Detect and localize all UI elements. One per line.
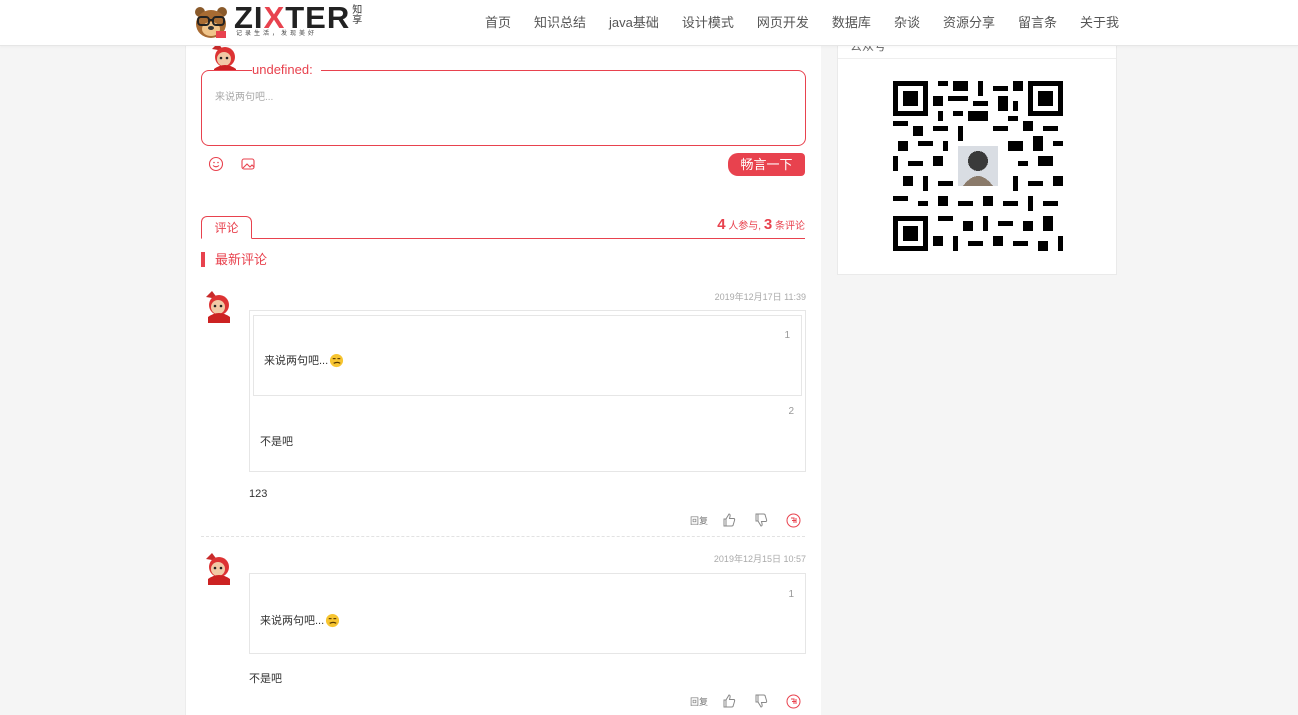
comment-timestamp: 2019年12月15日 10:57 — [713, 554, 806, 564]
thumbs-up-icon[interactable] — [722, 513, 736, 527]
nav-misc[interactable]: 杂谈 — [894, 0, 920, 45]
tab-comments[interactable]: 评论 — [201, 216, 252, 239]
nav-java-basics[interactable]: java基础 — [609, 0, 659, 45]
reply-button[interactable]: 回复 — [690, 514, 708, 527]
quoted-comment: 1 来说两句吧... 2 不是吧 — [249, 310, 806, 472]
comment-divider — [201, 536, 805, 537]
nav-web-dev[interactable]: 网页开发 — [757, 0, 809, 45]
comment-count-label: 条评论 — [775, 221, 805, 232]
comment-section: 来说两句吧... undefined: 畅言一下 评论 4 人参与, 3 条评论… — [185, 43, 821, 715]
sidebar-qr-widget: 公众号 — [837, 45, 1117, 275]
qr-code-icon — [893, 81, 1063, 251]
commenter-avatar — [206, 291, 230, 323]
nav-design-patterns[interactable]: 设计模式 — [682, 0, 734, 45]
nav-about[interactable]: 关于我 — [1080, 0, 1119, 45]
comment-count: 3 — [763, 216, 773, 233]
comment-actions: 回复 — [690, 693, 801, 709]
username-label: undefined: — [252, 62, 321, 77]
quote-text: 来说两句吧... — [264, 352, 344, 368]
submit-comment-button[interactable]: 畅言一下 — [728, 153, 805, 176]
site-logo[interactable]: ZIXTER 知享 记录生活，发现美好 — [192, 2, 364, 42]
comment-stats: 4 人参与, 3 条评论 — [717, 216, 805, 233]
top-navigation-bar: ZIXTER 知享 记录生活，发现美好 首页 知识总结 java基础 设计模式 … — [0, 0, 1298, 46]
quote-text: 来说两句吧... — [260, 612, 340, 628]
comment-actions: 回复 — [690, 512, 801, 528]
smirk-emoji-icon — [330, 353, 344, 367]
commenter-avatar — [206, 553, 230, 585]
reply-button[interactable]: 回复 — [690, 695, 708, 708]
smile-icon[interactable] — [208, 156, 224, 172]
thumbs-down-icon[interactable] — [754, 513, 768, 527]
bear-logo-icon — [195, 7, 227, 38]
nav-guestbook[interactable]: 留言条 — [1018, 0, 1057, 45]
report-icon[interactable] — [786, 694, 801, 709]
thumbs-down-icon[interactable] — [754, 694, 768, 708]
quoted-comment: 1 来说两句吧... — [249, 573, 806, 654]
nav-resources[interactable]: 资源分享 — [943, 0, 995, 45]
comment-editor[interactable]: 来说两句吧... — [201, 70, 806, 146]
sidebar-title: 公众号 — [838, 45, 1116, 59]
editor-divider — [332, 70, 462, 71]
nested-quoted-comment: 1 来说两句吧... — [253, 315, 802, 396]
floor-number: 1 — [784, 330, 790, 341]
quote-text: 不是吧 — [260, 436, 293, 448]
logo-slogan: 记录生活，发现美好 — [236, 31, 318, 37]
floor-number: 1 — [788, 589, 794, 600]
comment-text: 123 — [249, 488, 268, 500]
comment-timestamp: 2019年12月17日 11:39 — [714, 292, 806, 302]
editor-placeholder: 来说两句吧... — [215, 92, 274, 103]
latest-comments-heading: 最新评论 — [201, 252, 267, 267]
participant-label: 人参与, — [728, 221, 762, 232]
nav-home[interactable]: 首页 — [485, 0, 511, 45]
smirk-emoji-icon — [326, 613, 340, 627]
participant-count: 4 — [717, 216, 726, 233]
comment-text: 不是吧 — [249, 673, 282, 685]
logo-side-text: 知享 — [352, 5, 363, 26]
thumbs-up-icon[interactable] — [722, 694, 736, 708]
comments-tab-bar: 评论 4 人参与, 3 条评论 — [201, 216, 805, 239]
quote-text-content: 来说两句吧... — [264, 355, 329, 367]
nav-database[interactable]: 数据库 — [832, 0, 871, 45]
image-icon[interactable] — [240, 156, 256, 172]
report-icon[interactable] — [786, 513, 801, 528]
quote-text-content: 来说两句吧... — [260, 615, 325, 627]
nav-knowledge[interactable]: 知识总结 — [534, 0, 586, 45]
main-nav: 首页 知识总结 java基础 设计模式 网页开发 数据库 杂谈 资源分享 留言条… — [485, 0, 1142, 45]
floor-number: 2 — [788, 406, 794, 417]
